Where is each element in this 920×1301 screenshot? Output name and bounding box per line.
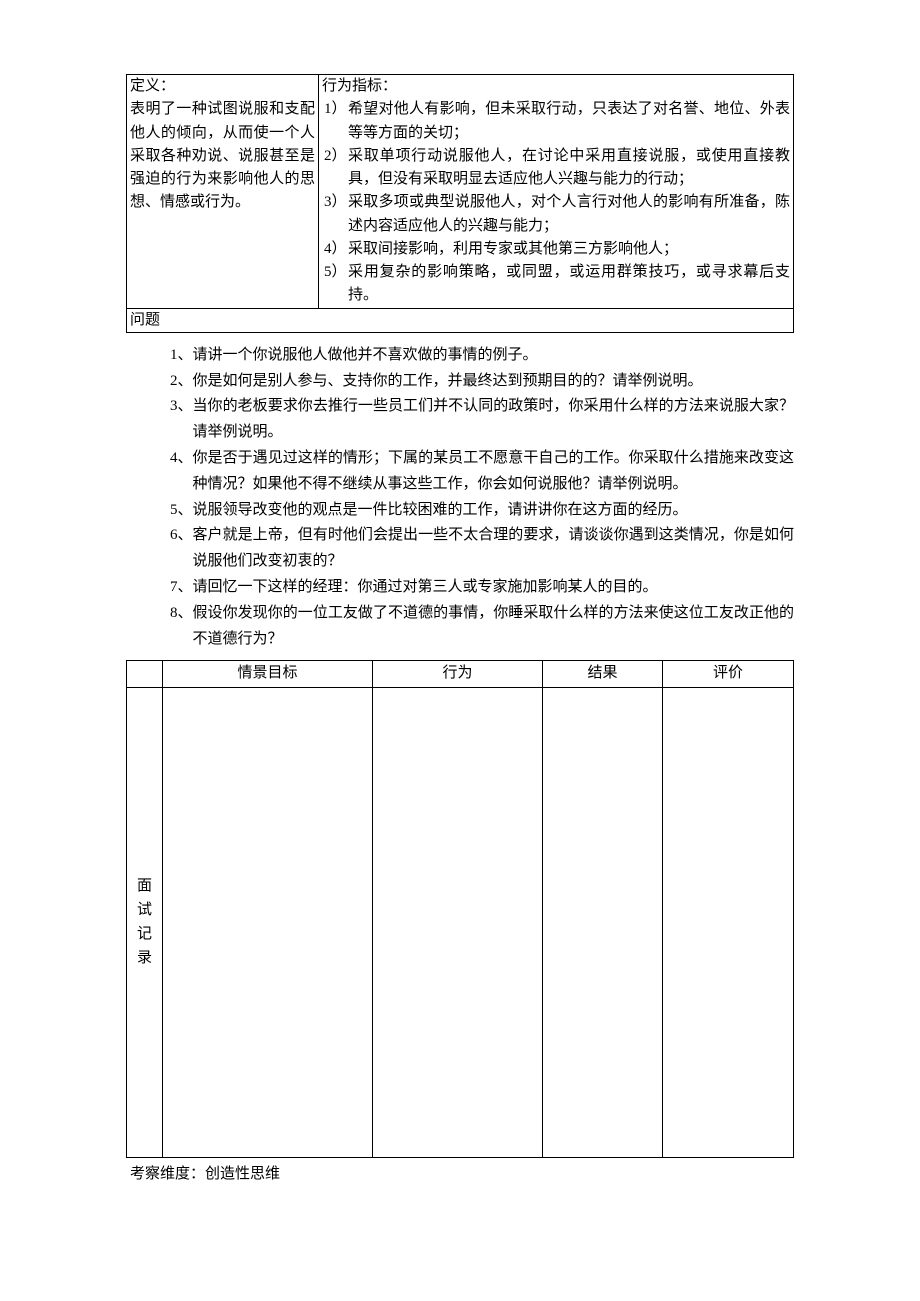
grid-header-cell: 行为 bbox=[373, 661, 543, 688]
interview-grid-table: 情景目标 行为 结果 评价 面试 记录 bbox=[126, 660, 794, 1158]
grid-header-row: 情景目标 行为 结果 评价 bbox=[127, 661, 794, 688]
grid-cell bbox=[373, 687, 543, 1157]
footer-text: 考察维度：创造性思维 bbox=[126, 1158, 794, 1188]
grid-body-row: 面试 记录 bbox=[127, 687, 794, 1157]
question-item: 8、 假设你发现你的一位工友做了不道德的事情，你睡采取什么样的方法来使这位工友改… bbox=[170, 601, 794, 653]
indicator-item: 4） 采取间接影响，利用专家或其他第三方影响他人； bbox=[324, 238, 790, 261]
definition-indicator-table: 定义： 表明了一种试图说服和支配他人的倾向，从而使一个人采取各种劝说、说服甚至是… bbox=[126, 74, 794, 333]
grid-cell bbox=[663, 687, 794, 1157]
definition-text: 表明了一种试图说服和支配他人的倾向，从而使一个人采取各种劝说、说服甚至是强迫的行… bbox=[130, 98, 315, 214]
grid-header-cell: 评价 bbox=[663, 661, 794, 688]
grid-header-cell: 情景目标 bbox=[163, 661, 373, 688]
indicator-item: 1） 希望对他人有影响，但未采取行动，只表达了对名誉、地位、外表等等方面的关切； bbox=[324, 98, 790, 145]
indicator-list: 1） 希望对他人有影响，但未采取行动，只表达了对名誉、地位、外表等等方面的关切；… bbox=[322, 98, 790, 307]
question-item: 6、 客户就是上帝，但有时他们会提出一些不太合理的要求，请谈谈你遇到这类情况，你… bbox=[170, 523, 794, 575]
indicator-label: 行为指标： bbox=[322, 75, 790, 98]
question-item: 2、 你是如何是别人参与、支持你的工作，并最终达到预期目的的？请举例说明。 bbox=[170, 369, 794, 395]
grid-row-label-2: 记录 bbox=[130, 922, 159, 970]
grid-row-label-cell: 面试 记录 bbox=[127, 687, 163, 1157]
indicator-cell: 行为指标： 1） 希望对他人有影响，但未采取行动，只表达了对名誉、地位、外表等等… bbox=[319, 75, 794, 309]
questions-block: 1、 请讲一个你说服他人做他并不喜欢做的事情的例子。 2、 你是如何是别人参与、… bbox=[126, 333, 794, 661]
question-item: 5、 说服领导改变他的观点是一件比较困难的工作，请讲讲你在这方面的经历。 bbox=[170, 498, 794, 524]
indicator-item: 2） 采取单项行动说服他人，在讨论中采用直接说服，或使用直接教具，但没有采取明显… bbox=[324, 145, 790, 192]
indicator-item: 3） 采取多项或典型说服他人，对个人言行对他人的影响有所准备，陈述内容适应他人的… bbox=[324, 191, 790, 238]
questions-label-cell: 问题 bbox=[127, 308, 794, 332]
grid-header-cell: 结果 bbox=[543, 661, 663, 688]
question-item: 7、 请回忆一下这样的经理：你通过对第三人或专家施加影响某人的目的。 bbox=[170, 575, 794, 601]
questions-label: 问题 bbox=[130, 312, 160, 328]
definition-cell: 定义： 表明了一种试图说服和支配他人的倾向，从而使一个人采取各种劝说、说服甚至是… bbox=[127, 75, 319, 309]
grid-cell bbox=[543, 687, 663, 1157]
question-item: 1、 请讲一个你说服他人做他并不喜欢做的事情的例子。 bbox=[170, 343, 794, 369]
question-item: 4、 你是否于遇见过这样的情形；下属的某员工不愿意干自己的工作。你采取什么措施来… bbox=[170, 446, 794, 498]
grid-cell bbox=[163, 687, 373, 1157]
definition-label: 定义： bbox=[130, 75, 315, 98]
indicator-item: 5） 采用复杂的影响策略，或同盟，或运用群策技巧，或寻求幕后支持。 bbox=[324, 261, 790, 308]
grid-corner-cell bbox=[127, 661, 163, 688]
question-item: 3、 当你的老板要求你去推行一些员工们并不认同的政策时，你采用什么样的方法来说服… bbox=[170, 394, 794, 446]
grid-row-label-1: 面试 bbox=[130, 874, 159, 922]
